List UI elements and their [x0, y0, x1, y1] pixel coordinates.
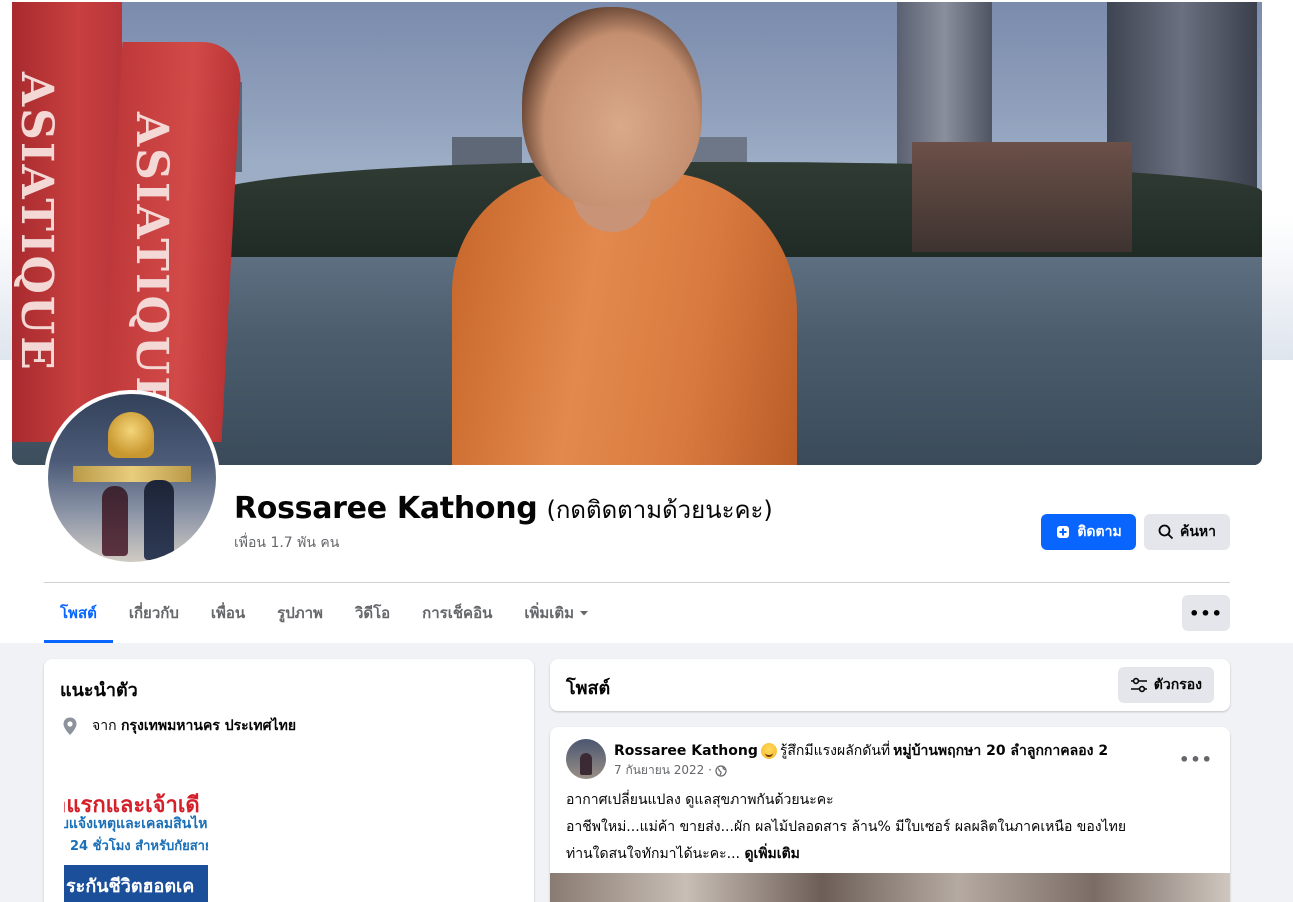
search-label: ค้นหา [1179, 524, 1217, 540]
post-menu-button[interactable]: ••• [1178, 741, 1214, 777]
posts-title: โพสต์ [566, 678, 611, 699]
post-feeling: รู้สึกมีแรงผลักดันที่ [779, 743, 891, 759]
profile-avatar[interactable] [44, 390, 220, 566]
featured-text: บแจ้งเหตุและเคลมสินไหม [64, 816, 208, 832]
post-date[interactable]: 7 กันยายน 2022 · [614, 761, 712, 780]
post-meta: 7 กันยายน 2022 · [614, 761, 727, 780]
more-options-button[interactable]: ••• [1182, 595, 1230, 631]
featured-image[interactable]: าแรกและเจ้าเดี บแจ้งเหตุและเคลมสินไหม 24… [64, 747, 208, 902]
intro-card: แนะนำตัว จาก กรุงเทพมหานคร ประเทศไทย าแร… [44, 659, 534, 902]
filter-button[interactable]: ตัวกรอง [1117, 667, 1214, 703]
tab-checkins[interactable]: การเช็คอิน [406, 583, 508, 643]
tab-more-label: เพิ่มเติม [524, 604, 575, 622]
post-header: Rossaree Kathong รู้สึกมีแรงผลักดันที่ ห… [614, 740, 1108, 762]
cover-person-head [522, 7, 702, 207]
cover-flag-text: ASIATIQUE [12, 72, 62, 372]
smiley-emoji-icon [760, 743, 777, 759]
post-photo[interactable] [550, 873, 1230, 902]
post-author-name[interactable]: Rossaree Kathong [614, 743, 758, 759]
profile-name-suffix: (กดติดตามด้วยนะคะ) [546, 496, 773, 524]
tab-friends[interactable]: เพื่อน [195, 583, 261, 643]
tab-about[interactable]: เกี่ยวกับ [113, 583, 195, 643]
trophy-icon [108, 412, 154, 458]
cover-photo[interactable]: ASIATIQUE ASIATIQUE [12, 2, 1262, 465]
post-author-avatar[interactable] [566, 739, 606, 779]
tab-more[interactable]: เพิ่มเติม [508, 583, 606, 643]
see-more-link[interactable]: ดูเพิ่มเติม [744, 846, 799, 862]
tab-posts[interactable]: โพสต์ [44, 583, 113, 643]
post-text-line: อากาศเปลี่ยนแปลง ดูแลสุขภาพกันด้วยนะคะ [566, 792, 834, 808]
post-text-line-end: ท่านใดสนใจทักมาได้นะคะ... [566, 846, 740, 862]
intro-title: แนะนำตัว [60, 680, 138, 701]
profile-tabs: โพสต์ เกี่ยวกับ เพื่อน รูปภาพ วิดีโอ การ… [44, 583, 606, 643]
featured-text: 24 ชั่วโมง สำหรับกัยสาย [70, 839, 208, 854]
follow-button[interactable]: ติดตาม [1041, 514, 1136, 550]
intro-location: จาก กรุงเทพมหานคร ประเทศไทย [60, 715, 296, 737]
search-button[interactable]: ค้นหา [1144, 514, 1230, 550]
profile-avatar-photo [48, 394, 216, 562]
post-text-line: ท่านใดสนใจทักมาได้นะคะ... ดูเพิ่มเติม [566, 841, 1126, 868]
follow-icon [1057, 526, 1070, 538]
profile-name-main: Rossaree Kathong [234, 491, 538, 526]
search-icon [1158, 524, 1174, 540]
tab-photos[interactable]: รูปภาพ [261, 583, 339, 643]
profile-header: ASIATIQUE ASIATIQUE Rossaree Kathong (กด… [0, 0, 1293, 643]
post-text: อากาศเปลี่ยนแปลง ดูแลสุขภาพกันด้วยนะคะ อ… [566, 787, 1126, 868]
profile-name: Rossaree Kathong (กดติดตามด้วยนะคะ) [234, 490, 773, 529]
caret-down-icon [580, 611, 589, 616]
post-text-line: อาชีพใหม่...แม่ค้า ขายส่ง...ผัก ผลไม้ปลอ… [566, 819, 1127, 835]
cover-building [912, 142, 1132, 252]
filter-label: ตัวกรอง [1153, 677, 1202, 693]
avatar-person [144, 480, 174, 560]
post-card: Rossaree Kathong รู้สึกมีแรงผลักดันที่ ห… [550, 727, 1230, 902]
cover-flag-text: ASIATIQUE [126, 112, 177, 412]
post-place-link[interactable]: หมู่บ้านพฤกษา 20 ลำลูกกาคลอง 2 [893, 740, 1108, 762]
featured-text: ระกันชีวิตฮอตเค [66, 876, 195, 897]
avatar-banner [73, 466, 191, 482]
location-link[interactable]: กรุงเทพมหานคร ประเทศไทย [121, 718, 296, 734]
globe-icon [715, 764, 727, 777]
avatar-person [102, 486, 128, 556]
location-prefix: จาก [92, 718, 117, 734]
posts-header-card: โพสต์ ตัวกรอง [550, 659, 1230, 711]
tab-videos[interactable]: วิดีโอ [339, 583, 406, 643]
filter-icon [1130, 677, 1147, 693]
friends-count[interactable]: เพื่อน 1.7 พัน คน [234, 532, 339, 554]
location-pin-icon [63, 717, 77, 735]
follow-label: ติดตาม [1077, 524, 1122, 540]
